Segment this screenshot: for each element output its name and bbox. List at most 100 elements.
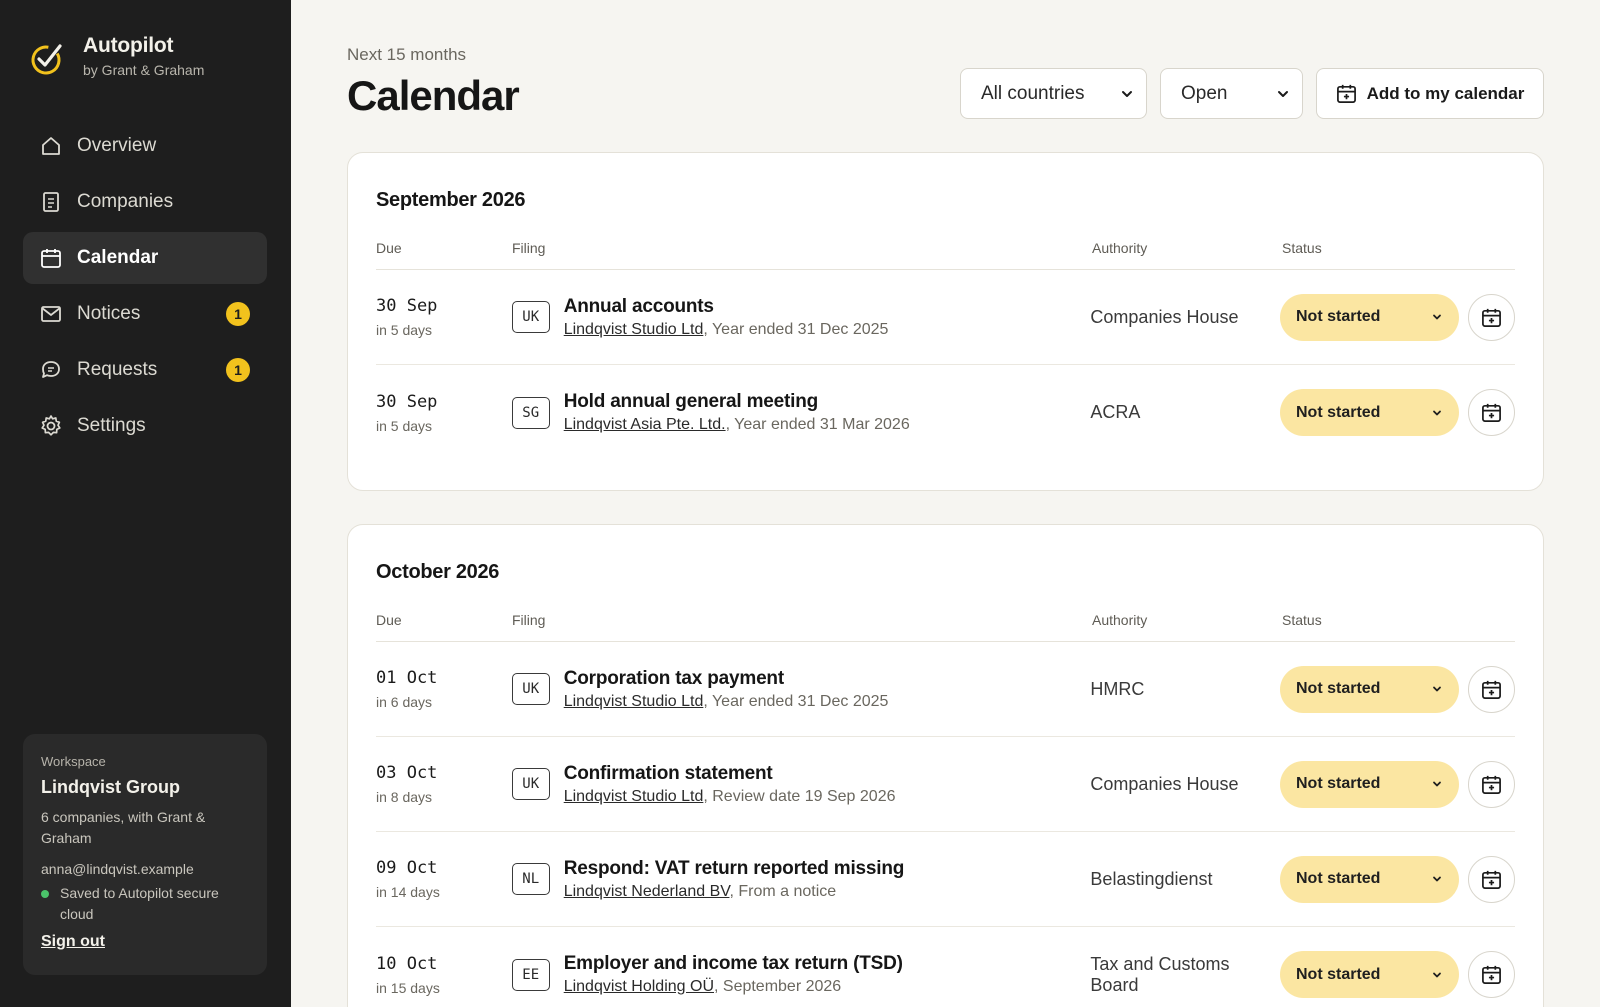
company-link[interactable]: Lindqvist Nederland BV — [564, 883, 730, 900]
status-value: Not started — [1296, 965, 1381, 983]
column-header-due: Due — [376, 612, 402, 628]
calendar-add-icon — [1482, 680, 1501, 699]
calendar-add-icon — [1482, 965, 1501, 984]
home-icon — [39, 134, 63, 158]
filing-detail: , Year ended 31 Dec 2025 — [703, 692, 889, 710]
status-dropdown[interactable]: Not started — [1280, 665, 1459, 713]
filing-detail: , September 2026 — [714, 978, 842, 995]
chevron-down-icon — [1433, 686, 1441, 692]
sidebar-nav: Overview Companies Calendar Notices 1 Re… — [23, 120, 267, 456]
country-select-value: All countries — [981, 82, 1085, 104]
filing-title: Employer and income tax return (TSD) — [563, 953, 903, 974]
sidebar: Autopilot by Grant & Graham Overview Com… — [0, 0, 291, 1007]
due-relative: in 5 days — [376, 417, 433, 434]
brand-subtitle: by Grant & Graham — [83, 62, 205, 78]
month-title: September 2026 — [376, 189, 526, 211]
save-status: Saved to Autopilot secure cloud — [41, 883, 249, 925]
due-date: 30 Sep — [376, 391, 438, 412]
country-select[interactable]: All countries — [960, 68, 1147, 119]
company-link[interactable]: Lindqvist Studio Ltd — [564, 788, 704, 805]
chevron-down-icon — [1433, 972, 1441, 977]
page-eyebrow: Next 15 months — [347, 45, 467, 64]
add-to-calendar-row-button[interactable] — [1468, 293, 1515, 341]
sidebar-item-label: Requests — [77, 359, 158, 380]
add-to-calendar-row-button[interactable] — [1468, 389, 1515, 436]
chevron-down-icon — [1433, 314, 1441, 320]
company-link[interactable]: Lindqvist Asia Pte. Ltd. — [564, 416, 726, 433]
add-to-calendar-row-button[interactable] — [1468, 855, 1515, 903]
chevron-down-icon — [1433, 410, 1441, 415]
sidebar-item-notices[interactable]: Notices 1 — [23, 288, 267, 340]
table-header: Due Filing Authority Status — [376, 222, 1515, 270]
sidebar-item-calendar[interactable]: Calendar — [23, 232, 267, 284]
calendar-add-icon — [1336, 83, 1357, 104]
status-dropdown[interactable]: Not started — [1280, 855, 1459, 903]
status-select-value: Open — [1181, 82, 1228, 104]
due-date: 01 Oct — [376, 668, 438, 688]
country-code-badge: SG — [511, 396, 550, 429]
authority: HMRC — [1090, 678, 1145, 699]
company-link[interactable]: Lindqvist Studio Ltd — [564, 693, 704, 710]
calendar-add-icon — [1482, 870, 1501, 889]
sign-out-link[interactable]: Sign out — [41, 933, 105, 951]
brand-name: Autopilot — [83, 34, 174, 57]
notices-count-badge: 1 — [226, 302, 250, 326]
user-email: anna@lindqvist.example — [41, 861, 194, 877]
table-row[interactable]: 01 Oct in 6 days UK Corporation tax paymen… — [376, 642, 1515, 737]
status-value: Not started — [1296, 870, 1381, 887]
chevron-down-icon — [1433, 781, 1441, 787]
sidebar-item-label: Notices — [77, 303, 141, 324]
table-row[interactable]: 30 Sep in 5 days SG Hold annual general me… — [376, 365, 1515, 460]
chevron-down-icon — [1122, 90, 1132, 97]
add-to-calendar-row-button[interactable] — [1468, 951, 1515, 998]
table-header: Due Filing Authority Status — [376, 594, 1515, 642]
sidebar-item-settings[interactable]: Settings — [23, 400, 267, 452]
table-row[interactable]: 09 Oct in 14 days NL Respond: VAT return r… — [376, 832, 1515, 927]
due-relative: in 8 days — [376, 789, 433, 805]
table-row[interactable]: 03 Oct in 8 days UK Confirmation statement… — [376, 737, 1515, 832]
chat-icon — [39, 358, 63, 382]
sidebar-item-overview[interactable]: Overview — [23, 120, 267, 172]
due-relative: in 14 days — [376, 884, 440, 900]
status-dropdown[interactable]: Not started — [1280, 293, 1459, 341]
calendar-controls: All countries Open Add to my calendar — [960, 68, 1544, 119]
add-to-calendar-row-button[interactable] — [1468, 760, 1515, 808]
status-value: Not started — [1296, 308, 1381, 325]
table-row[interactable]: 30 Sep in 5 days UK Annual accounts Lindqvi… — [376, 270, 1515, 365]
sidebar-item-label: Overview — [77, 135, 157, 156]
month-card-september: September 2026 Due Filing Authority Stat… — [347, 152, 1544, 491]
gear-icon — [39, 414, 63, 438]
country-code-badge: UK — [511, 768, 550, 800]
workspace-description: 6 companies, with Grant & Graham — [41, 809, 206, 846]
sidebar-item-requests[interactable]: Requests 1 — [23, 344, 267, 396]
filing-title: Corporation tax payment — [563, 667, 784, 689]
authority: Belastingdienst — [1090, 868, 1213, 889]
add-to-calendar-row-button[interactable] — [1468, 665, 1515, 713]
status-dropdown[interactable]: Not started — [1280, 389, 1459, 436]
save-status-text: Saved to Autopilot secure cloud — [60, 885, 219, 922]
add-to-calendar-button[interactable]: Add to my calendar — [1316, 68, 1544, 119]
company-link[interactable]: Lindqvist Holding OÜ — [564, 978, 714, 995]
filing-title: Hold annual general meeting — [563, 391, 819, 412]
due-relative: in 6 days — [376, 694, 433, 710]
sidebar-item-companies[interactable]: Companies — [23, 176, 267, 228]
status-dropdown[interactable]: Not started — [1280, 760, 1459, 808]
authority: ACRA — [1090, 402, 1141, 422]
filing-detail: , From a notice — [729, 882, 837, 900]
autopilot-logo-icon — [31, 44, 62, 75]
mail-icon — [39, 302, 63, 326]
calendar-add-icon — [1482, 775, 1501, 794]
company-link[interactable]: Lindqvist Studio Ltd — [564, 321, 704, 338]
page-title: Calendar — [347, 72, 520, 119]
column-header-status: Status — [1282, 240, 1322, 256]
workspace-name: Lindqvist Group — [41, 777, 180, 797]
brand[interactable]: Autopilot by Grant & Graham — [30, 34, 204, 78]
country-code-badge: NL — [511, 863, 550, 895]
status-filter-select[interactable]: Open — [1160, 68, 1303, 119]
due-date: 03 Oct — [376, 763, 438, 783]
country-code-badge: UK — [511, 301, 550, 333]
table-row[interactable]: 10 Oct in 15 days EE Employer and income t… — [376, 927, 1515, 1007]
chevron-down-icon — [1278, 90, 1288, 97]
status-dropdown[interactable]: Not started — [1280, 951, 1459, 998]
due-date: 09 Oct — [376, 858, 438, 878]
